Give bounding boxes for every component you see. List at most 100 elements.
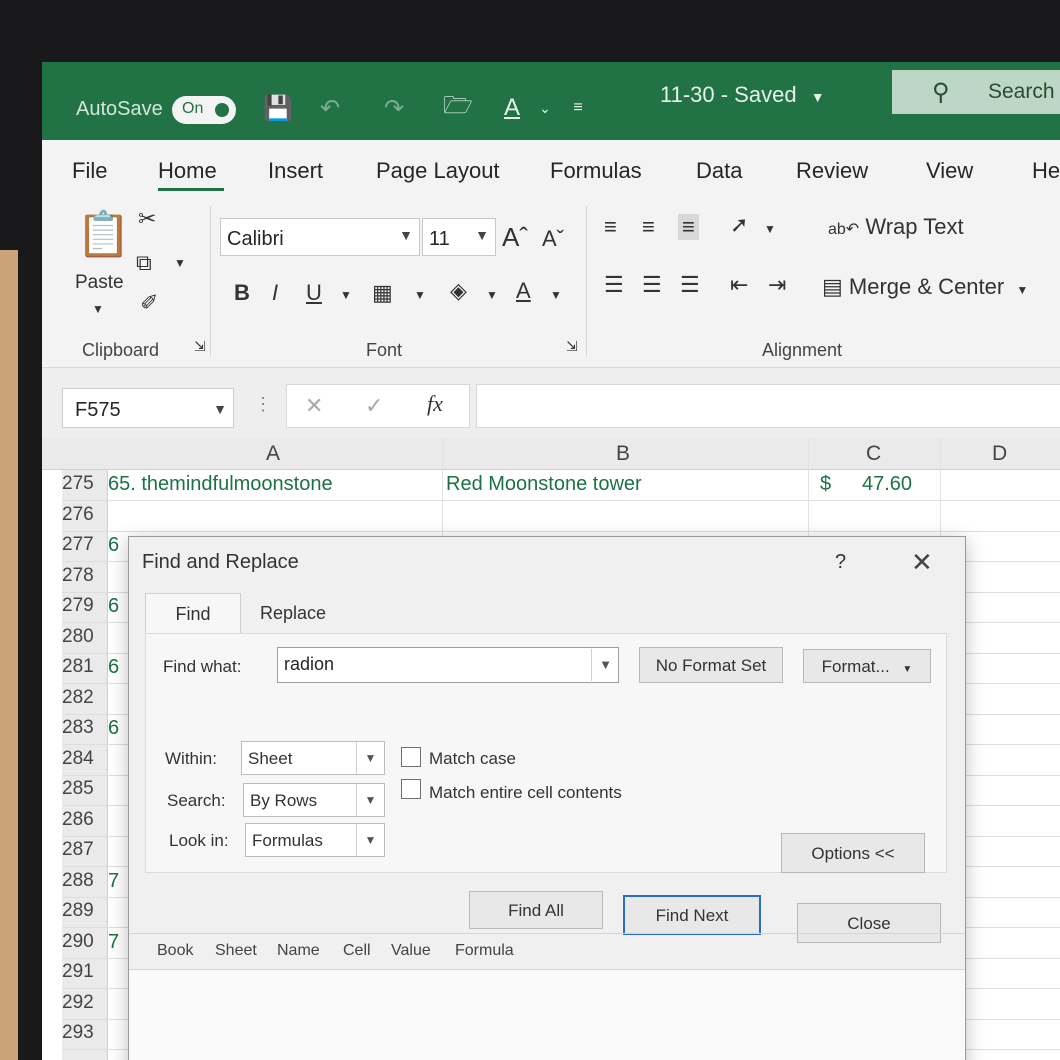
customize-qat-icon[interactable]: ≡	[566, 92, 590, 124]
tab-review[interactable]: Review	[796, 158, 868, 184]
row-number[interactable]: 278	[62, 565, 102, 587]
font-color-icon[interactable]: A	[516, 278, 531, 304]
row-number[interactable]: 277	[62, 534, 102, 556]
table-row[interactable]: 275 65. themindfulmoonstone Red Moonstone …	[62, 470, 1060, 501]
row-number[interactable]: 285	[62, 778, 102, 800]
orientation-icon[interactable]: ➚	[730, 212, 748, 238]
cell-a[interactable]: 7	[108, 870, 119, 893]
paste-label[interactable]: Paste	[75, 272, 124, 294]
format-painter-icon[interactable]: ✐	[140, 290, 158, 316]
cell-a[interactable]: 65. themindfulmoonstone	[108, 473, 333, 496]
row-number[interactable]: 288	[62, 870, 102, 892]
format-button[interactable]: Format... ▼	[803, 649, 931, 683]
fill-color-icon[interactable]: ◈	[450, 278, 467, 304]
cell-c[interactable]: 47.60	[862, 473, 912, 496]
cell-a[interactable]: 7	[108, 931, 119, 954]
align-center-icon[interactable]: ☰	[642, 272, 662, 298]
chevron-down-icon[interactable]: ▼	[550, 288, 562, 302]
row-number[interactable]: 283	[62, 717, 102, 739]
row-number[interactable]: 290	[62, 931, 102, 953]
tab-help[interactable]: He	[1032, 158, 1060, 184]
table-row[interactable]: 276	[62, 501, 1060, 532]
column-header-c[interactable]: C	[866, 442, 881, 466]
search-box[interactable]: ⚲ Search	[892, 70, 1060, 114]
dialog-launcher-icon[interactable]: ⇲	[566, 338, 578, 355]
chevron-down-icon[interactable]: ▼	[414, 288, 426, 302]
options-button[interactable]: Options <<	[781, 833, 925, 873]
cell-b[interactable]: Red Moonstone tower	[446, 473, 642, 496]
chevron-down-icon[interactable]: ▼	[486, 288, 498, 302]
align-left-icon[interactable]: ☰	[604, 272, 624, 298]
row-number[interactable]: 286	[62, 809, 102, 831]
close-icon[interactable]: ✕	[911, 547, 933, 578]
tab-home[interactable]: Home	[158, 158, 217, 184]
name-box[interactable]: F575 ▼	[62, 388, 234, 428]
row-number[interactable]: 281	[62, 656, 102, 678]
results-col-formula[interactable]: Formula	[455, 942, 514, 960]
look-in-select[interactable]: Formulas ▼	[245, 823, 385, 857]
tab-data[interactable]: Data	[696, 158, 742, 184]
match-entire-label[interactable]: Match entire cell contents	[429, 783, 622, 803]
align-bottom-icon[interactable]: ≡	[678, 214, 699, 240]
cancel-icon[interactable]: ✕	[305, 393, 323, 419]
font-color-icon[interactable]: A	[494, 92, 530, 124]
column-header-d[interactable]: D	[992, 442, 1007, 466]
document-title[interactable]: 11-30 - Saved ▼	[660, 82, 825, 108]
cut-icon[interactable]: ✂	[138, 206, 156, 232]
search-select[interactable]: By Rows ▼	[243, 783, 385, 817]
results-col-name[interactable]: Name	[277, 942, 320, 960]
row-number[interactable]: 276	[62, 504, 102, 526]
find-what-input[interactable]: radion	[277, 647, 619, 683]
row-number[interactable]: 282	[62, 687, 102, 709]
cell-a[interactable]: 6	[108, 534, 119, 557]
bold-button[interactable]: B	[234, 280, 250, 306]
tab-find[interactable]: Find	[145, 593, 241, 633]
insert-function-icon[interactable]: fx	[427, 391, 443, 417]
chevron-down-icon[interactable]: ▼	[764, 222, 776, 236]
results-list[interactable]	[129, 969, 965, 1060]
tab-page-layout[interactable]: Page Layout	[376, 158, 500, 184]
match-entire-checkbox[interactable]	[401, 779, 421, 799]
row-number[interactable]: 279	[62, 595, 102, 617]
row-number[interactable]: 292	[62, 992, 102, 1014]
autosave-toggle[interactable]: On	[172, 96, 236, 124]
row-number[interactable]: 284	[62, 748, 102, 770]
results-col-sheet[interactable]: Sheet	[215, 942, 257, 960]
find-next-button[interactable]: Find Next	[623, 895, 761, 935]
tab-file[interactable]: File	[72, 158, 107, 184]
increase-indent-icon[interactable]: ⇥	[768, 272, 786, 298]
enter-icon[interactable]: ✓	[365, 393, 383, 419]
find-all-button[interactable]: Find All	[469, 891, 603, 929]
align-right-icon[interactable]: ☰	[680, 272, 700, 298]
open-folder-icon[interactable]: 🗁	[440, 92, 476, 124]
results-col-value[interactable]: Value	[391, 942, 431, 960]
dialog-launcher-icon[interactable]: ⇲	[194, 338, 206, 355]
save-icon[interactable]: 💾	[260, 92, 296, 124]
align-top-icon[interactable]: ≡	[604, 214, 617, 240]
chevron-down-icon[interactable]: ▼	[340, 288, 352, 302]
chevron-down-icon[interactable]: ▼	[174, 256, 186, 270]
help-button[interactable]: ?	[835, 551, 846, 574]
chevron-down-icon[interactable]: ▼	[591, 649, 619, 681]
column-header-b[interactable]: B	[616, 442, 630, 466]
cell-a[interactable]: 6	[108, 595, 119, 618]
row-number[interactable]: 275	[62, 473, 102, 495]
row-number[interactable]: 280	[62, 626, 102, 648]
results-col-cell[interactable]: Cell	[343, 942, 371, 960]
cell-a[interactable]: 6	[108, 717, 119, 740]
tab-view[interactable]: View	[926, 158, 973, 184]
decrease-indent-icon[interactable]: ⇤	[730, 272, 748, 298]
match-case-checkbox[interactable]	[401, 747, 421, 767]
chevron-down-icon[interactable]: ⌄	[538, 92, 552, 124]
font-size-select[interactable]: 11 ▼	[422, 218, 496, 256]
paste-icon[interactable]: 📋	[76, 208, 131, 260]
redo-icon[interactable]: ↷	[376, 92, 412, 124]
no-format-set-button[interactable]: No Format Set	[639, 647, 783, 683]
tab-insert[interactable]: Insert	[268, 158, 323, 184]
copy-icon[interactable]: ⧉	[136, 250, 152, 276]
tab-replace[interactable]: Replace	[245, 593, 341, 633]
decrease-font-icon[interactable]: Aˇ	[542, 226, 564, 252]
row-number[interactable]: 293	[62, 1022, 102, 1044]
underline-button[interactable]: U	[306, 280, 322, 306]
italic-button[interactable]: I	[272, 280, 278, 306]
